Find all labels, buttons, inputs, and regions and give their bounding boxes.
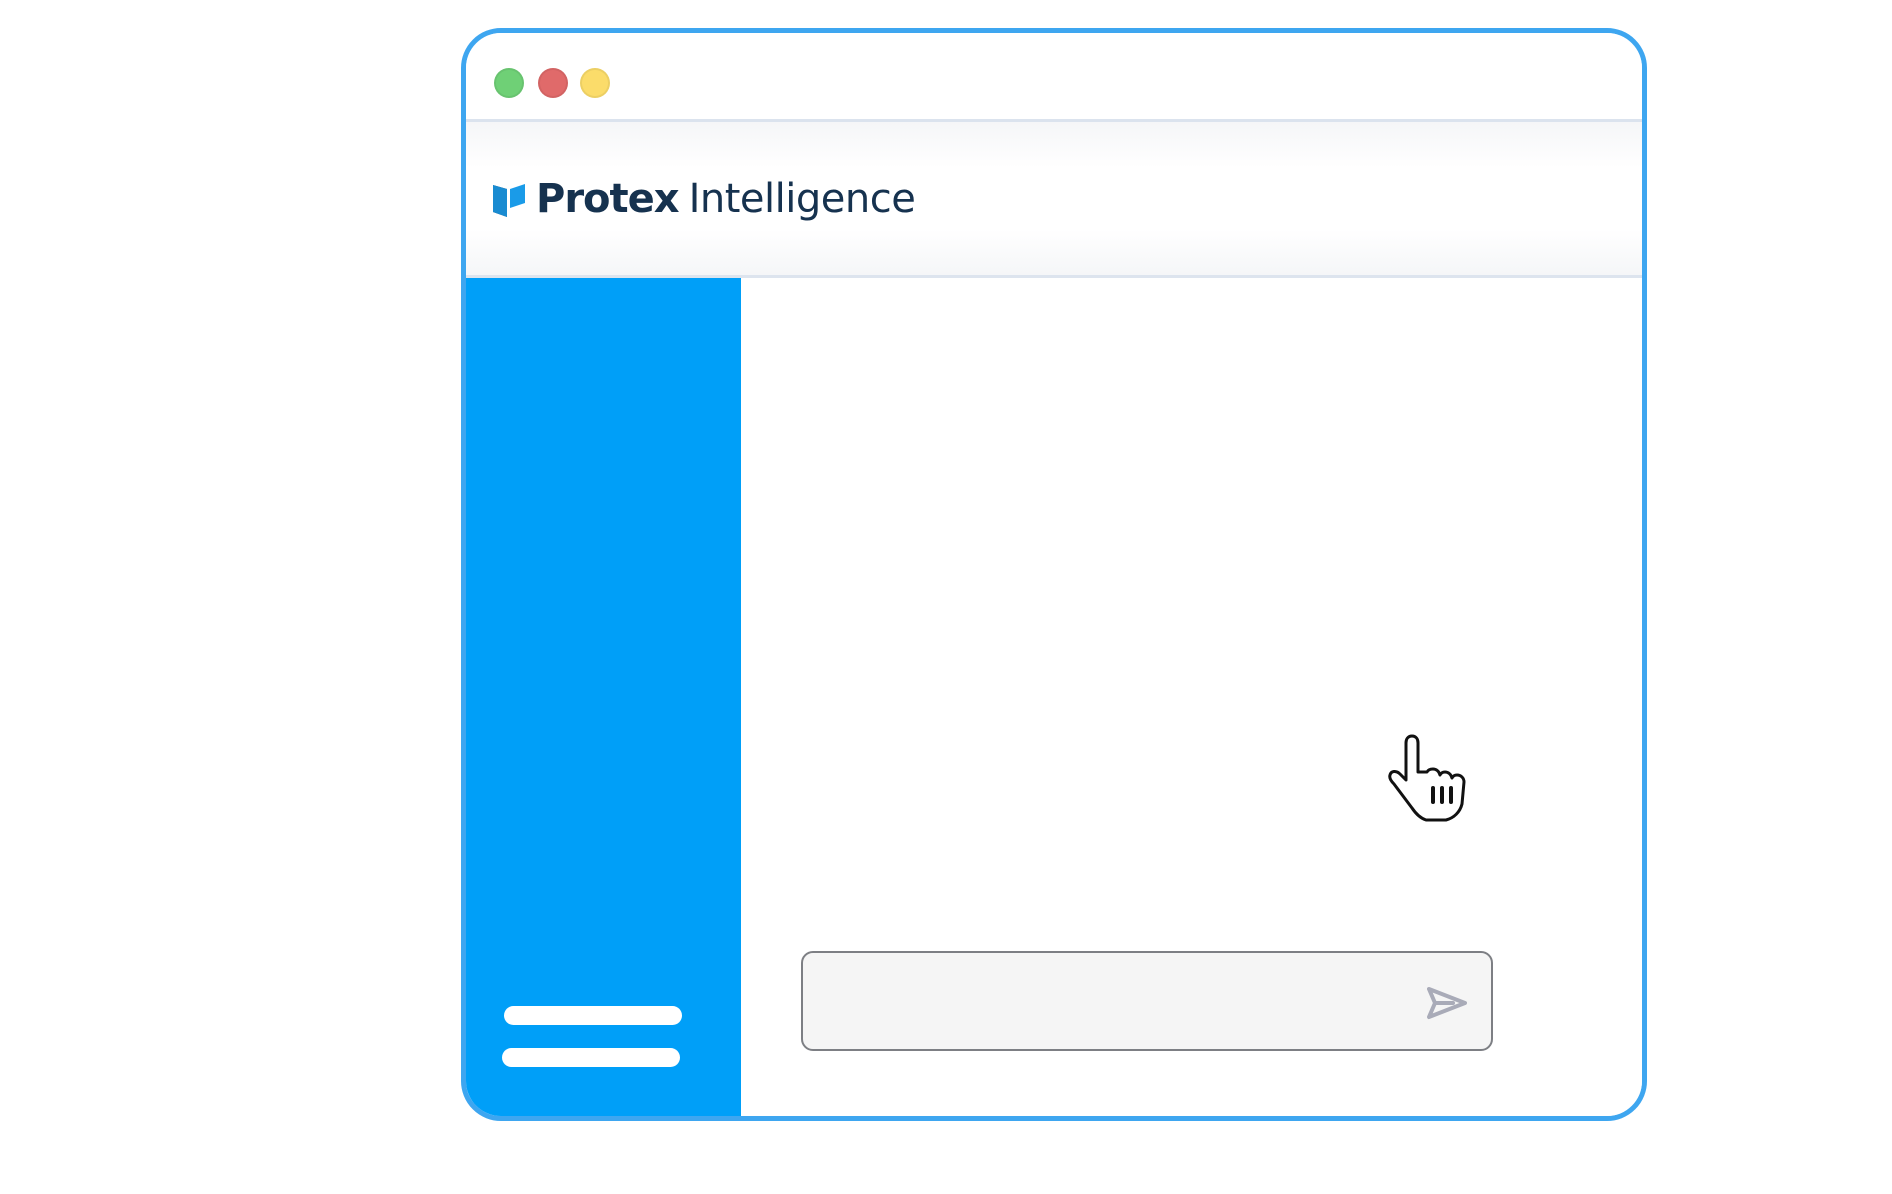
- brand-name: Protex: [536, 176, 680, 222]
- window-yellow-button[interactable]: [580, 68, 610, 98]
- sidebar-menu-line-2[interactable]: [502, 1048, 680, 1067]
- send-arrow-icon: [1427, 987, 1467, 1019]
- page: Protex Intelligence: [0, 0, 1892, 1194]
- window-titlebar: [466, 33, 1642, 122]
- chat-input[interactable]: [823, 978, 1387, 1026]
- brand-logo[interactable]: Protex Intelligence: [492, 174, 916, 224]
- main-content: [741, 278, 1642, 1116]
- app-window: Protex Intelligence: [461, 28, 1647, 1121]
- window-red-button[interactable]: [538, 68, 568, 98]
- book-flag-icon: [493, 184, 525, 217]
- sidebar-menu-line-1[interactable]: [504, 1006, 682, 1025]
- window-green-button[interactable]: [494, 68, 524, 98]
- sidebar: [466, 278, 741, 1116]
- hand-pointer-icon: [1388, 734, 1466, 822]
- app-header: Protex Intelligence: [466, 122, 1642, 278]
- brand-suffix: Intelligence: [688, 176, 916, 222]
- send-button[interactable]: [1425, 981, 1469, 1025]
- chat-input-box[interactable]: [801, 951, 1493, 1051]
